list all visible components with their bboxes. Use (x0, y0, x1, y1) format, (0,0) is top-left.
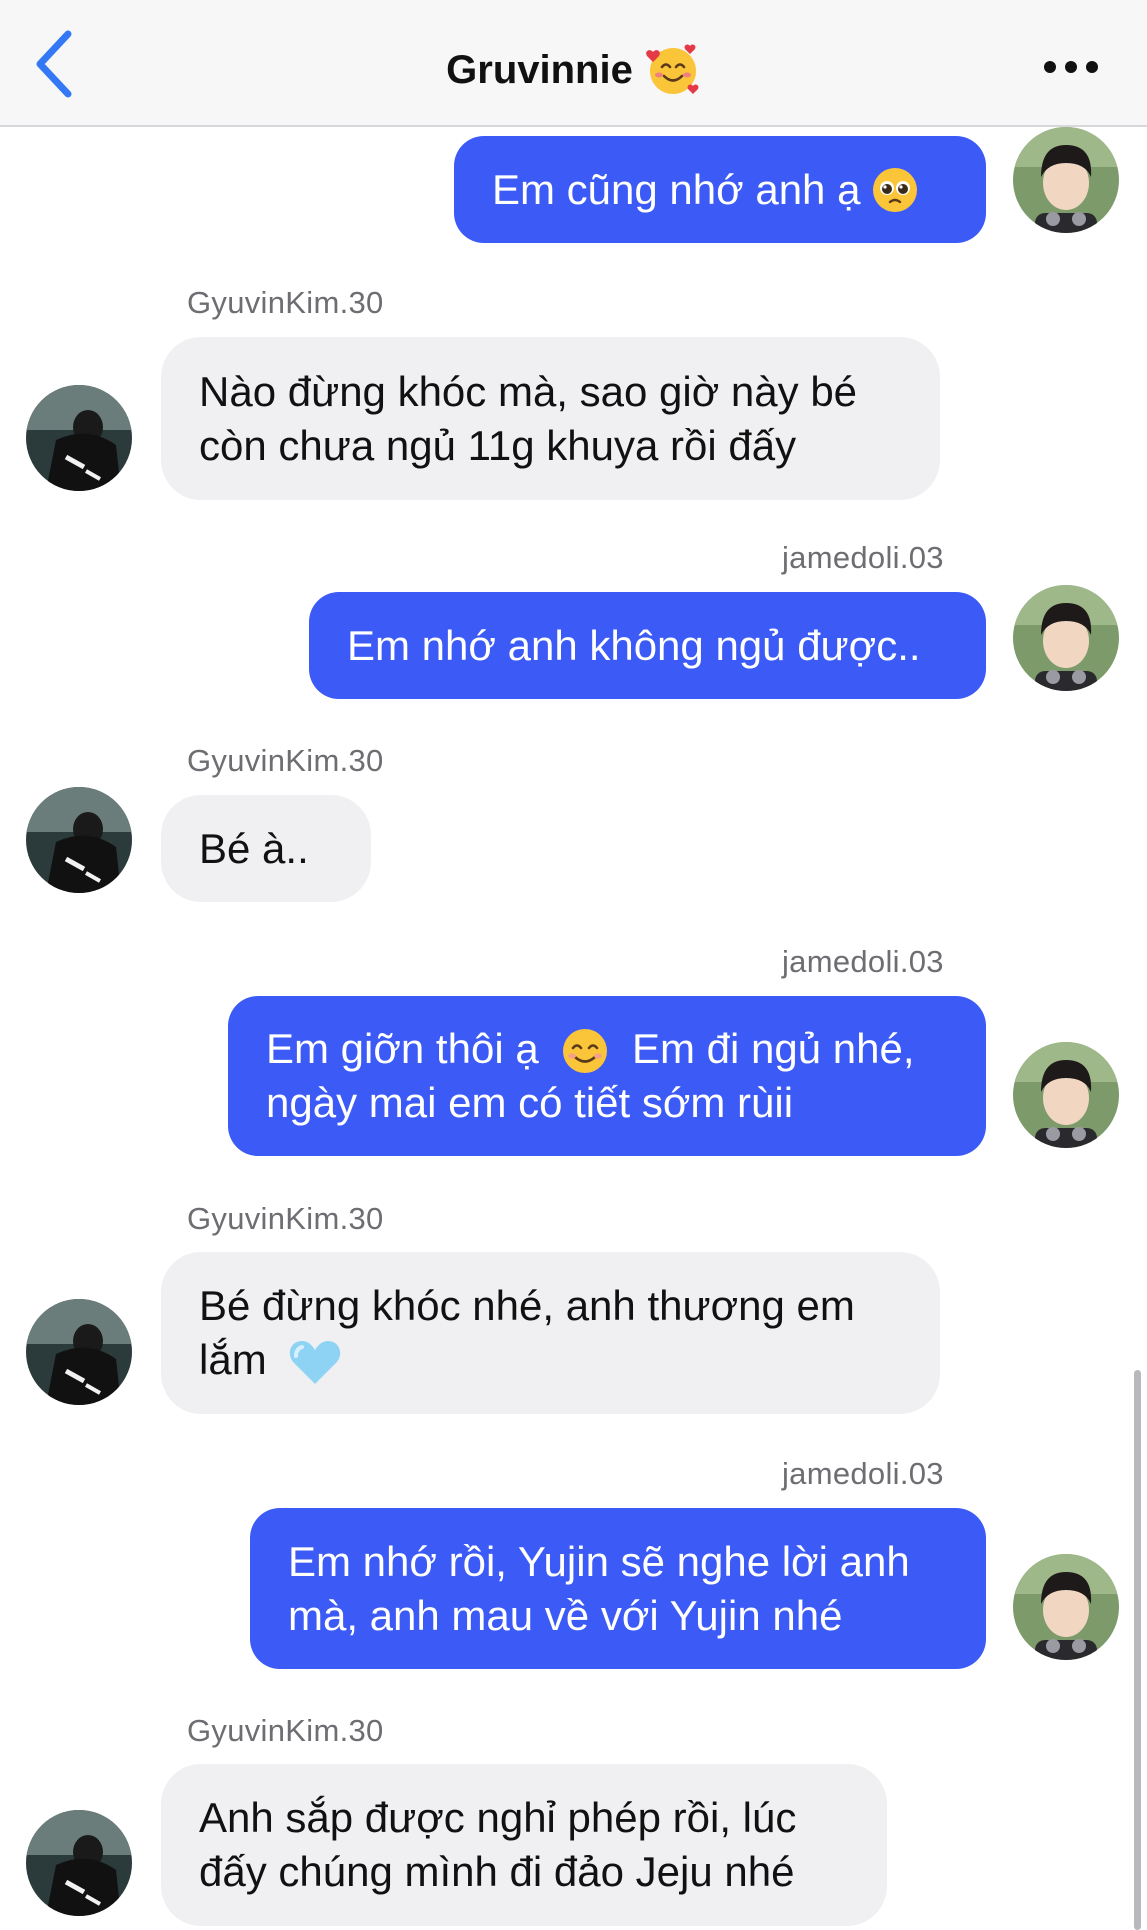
more-options-button[interactable] (1044, 58, 1100, 76)
avatar[interactable] (1013, 585, 1119, 691)
message-list[interactable]: Em cũng nhớ anh ạ GyuvinKim.30 Nào đừng … (0, 127, 1147, 1926)
sender-name: GyuvinKim.30 (187, 743, 384, 778)
avatar[interactable] (1013, 1042, 1119, 1148)
message-text: Em cũng nhớ anh ạ (492, 165, 861, 213)
user-avatar-image (1013, 585, 1119, 691)
contact-avatar-image (26, 787, 132, 893)
incoming-message-bubble[interactable]: Bé đừng khóc nhé, anh thương em lắm (161, 1252, 940, 1414)
chat-header: Gruvinnie (0, 0, 1147, 127)
avatar[interactable] (26, 1810, 132, 1916)
outgoing-message-bubble[interactable]: Em cũng nhớ anh ạ (454, 136, 986, 243)
outgoing-message-bubble[interactable]: Em nhớ anh không ngủ được.. (309, 592, 986, 699)
more-dot-icon (1065, 61, 1077, 73)
message-text-line: đấy chúng mình đi đảo Jeju nhé (199, 1848, 795, 1895)
message-text-line: lắm (199, 1335, 267, 1383)
message-text: Em nhớ anh không ngủ được.. (347, 621, 921, 669)
message-text-line: còn chưa ngủ 11g khuya rồi đấy (199, 421, 797, 469)
sender-name: GyuvinKim.30 (187, 285, 384, 320)
contact-avatar-image (26, 385, 132, 491)
sender-name: GyuvinKim.30 (187, 1201, 384, 1236)
smiling-face-emoji (563, 1029, 608, 1074)
pleading-face-emoji (873, 167, 918, 212)
message-text-line: Anh sắp được nghỉ phép rồi, lúc (199, 1794, 797, 1841)
more-dot-icon (1086, 61, 1098, 73)
incoming-message-bubble[interactable]: Anh sắp được nghỉ phép rồi, lúc đấy chún… (161, 1764, 887, 1926)
light-blue-heart-emoji (290, 1341, 341, 1385)
avatar[interactable] (26, 1299, 132, 1405)
user-avatar-image (1013, 1554, 1119, 1660)
avatar[interactable] (26, 787, 132, 893)
contact-avatar-image (26, 1810, 132, 1916)
chat-title: Gruvinnie (446, 47, 633, 92)
chat-title-group[interactable]: Gruvinnie (0, 38, 1147, 102)
sender-name: jamedoli.03 (782, 944, 944, 979)
avatar[interactable] (1013, 1554, 1119, 1660)
incoming-message-bubble[interactable]: Bé à.. (161, 795, 371, 902)
user-avatar-image (1013, 1042, 1119, 1148)
message-text: Bé à.. (199, 824, 309, 872)
contact-avatar-image (26, 1299, 132, 1405)
incoming-message-bubble[interactable]: Nào đừng khóc mà, sao giờ này bé còn chư… (161, 337, 940, 500)
message-text-line: Em đi ngủ nhé, (632, 1024, 915, 1072)
message-text-line: Em nhớ rồi, Yujin sẽ nghe lời anh (288, 1537, 910, 1585)
smiling-face-with-hearts-emoji (646, 44, 699, 94)
message-text-line: Bé đừng khóc nhé, anh thương em (199, 1281, 855, 1329)
user-avatar-image (1013, 127, 1119, 233)
outgoing-message-bubble[interactable]: Em giỡn thôi ạ Em đi ngủ nhé, ngày mai e… (228, 996, 986, 1156)
message-text-line: mà, anh mau về với Yujin nhé (288, 1591, 843, 1639)
message-text-line: Em giỡn thôi ạ (266, 1024, 539, 1072)
sender-name: jamedoli.03 (782, 1456, 944, 1491)
scrollbar[interactable] (1134, 1370, 1141, 1930)
avatar[interactable] (26, 385, 132, 491)
outgoing-message-bubble[interactable]: Em nhớ rồi, Yujin sẽ nghe lời anh mà, an… (250, 1508, 986, 1669)
more-dot-icon (1044, 61, 1056, 73)
sender-name: GyuvinKim.30 (187, 1713, 384, 1748)
avatar[interactable] (1013, 127, 1119, 233)
message-text-line: ngày mai em có tiết sớm rùii (266, 1079, 794, 1127)
message-text-line: Nào đừng khóc mà, sao giờ này bé (199, 367, 858, 415)
sender-name: jamedoli.03 (782, 540, 944, 575)
